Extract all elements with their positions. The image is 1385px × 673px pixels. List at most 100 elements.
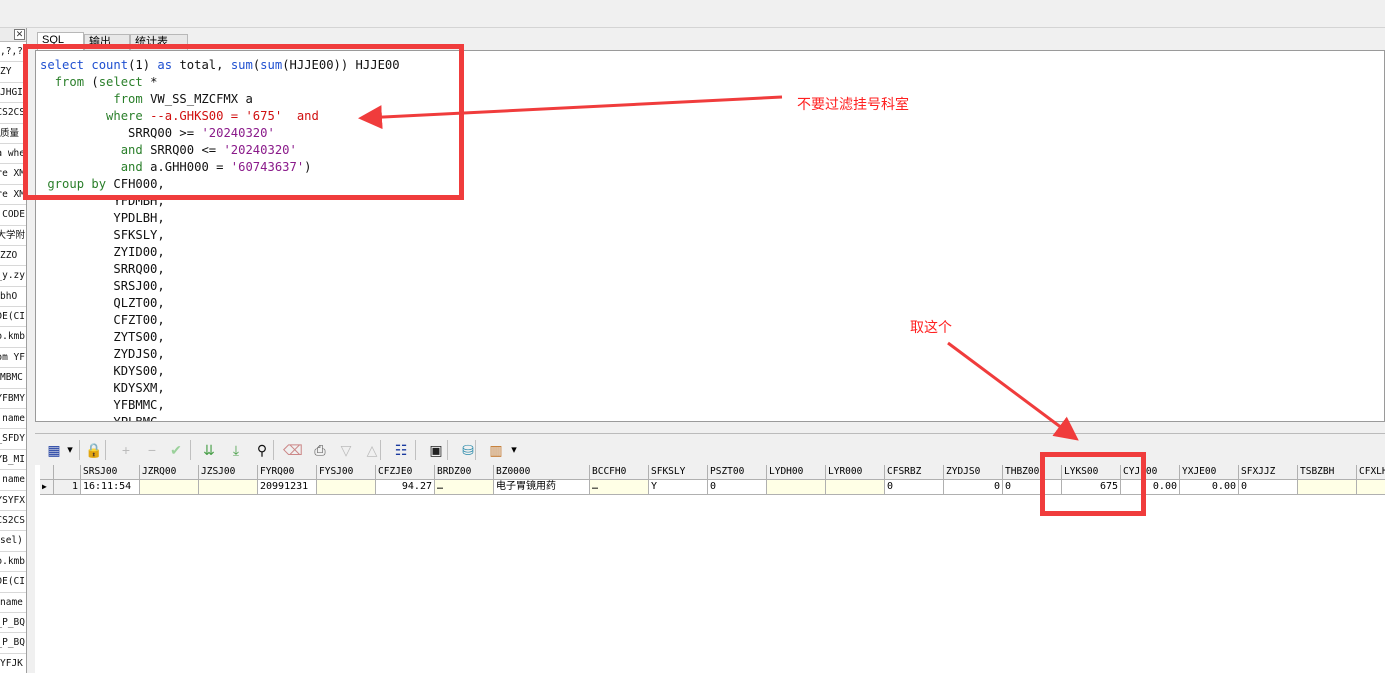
object-list-item[interactable]: (sel <box>0 531 26 552</box>
find-icon[interactable]: ⚲ <box>253 441 271 459</box>
object-list-item[interactable]: re XM <box>0 185 26 206</box>
column-header[interactable]: TSBZBH <box>1298 465 1357 480</box>
object-list-item[interactable]: YFJK <box>0 654 26 673</box>
column-header[interactable]: PSZT00 <box>708 465 767 480</box>
object-list-item[interactable]: JHGI <box>0 83 26 104</box>
fetch-all-icon[interactable]: ⤓ <box>227 441 245 459</box>
dropdown-icon[interactable]: ▾ <box>65 441 75 459</box>
column-header[interactable]: FYSJ00 <box>317 465 376 480</box>
object-list-item[interactable]: P_BQ_ <box>0 633 26 654</box>
table-cell[interactable] <box>826 480 885 495</box>
table-cell[interactable]: 20991231 <box>258 480 317 495</box>
object-list-item[interactable]: 大学附 <box>0 226 26 246</box>
table-cell[interactable]: 0 <box>885 480 944 495</box>
object-list-item[interactable]: ZY <box>0 62 26 83</box>
column-header[interactable]: YXJE00 <box>1180 465 1239 480</box>
tab-output[interactable]: 输出 <box>84 34 130 50</box>
table-cell[interactable]: 0 <box>1003 480 1062 495</box>
object-list-item[interactable]: o.kmb <box>0 327 26 348</box>
table-cell[interactable] <box>317 480 376 495</box>
object-list-item[interactable]: DE(CI <box>0 307 26 328</box>
object-list-item[interactable]: ZZO <box>0 246 26 267</box>
object-list-item[interactable]: o.kmb <box>0 552 26 573</box>
table-cell[interactable]: … <box>590 480 649 495</box>
object-list-item[interactable]: CS2CS <box>0 103 26 124</box>
column-header[interactable]: FYRQ00 <box>258 465 317 480</box>
column-header[interactable]: BZ0000 <box>494 465 590 480</box>
column-header[interactable]: LYDH00 <box>767 465 826 480</box>
column-header[interactable]: JZSJ00 <box>199 465 258 480</box>
column-header[interactable]: SFKSLY <box>649 465 708 480</box>
table-cell[interactable]: 0 <box>944 480 1003 495</box>
sql-editor[interactable]: select count(1) as total, sum(sum(HJJE00… <box>35 50 1385 422</box>
object-list-item[interactable]: re XM <box>0 164 26 185</box>
sql-code[interactable]: select count(1) as total, sum(sum(HJJE00… <box>40 57 400 421</box>
table-cell[interactable] <box>199 480 258 495</box>
clear-icon[interactable]: ⌫ <box>283 441 303 459</box>
table-cell[interactable] <box>140 480 199 495</box>
column-header[interactable]: LYR000 <box>826 465 885 480</box>
object-list-item[interactable]: a whe <box>0 144 26 165</box>
object-list-item[interactable]: YFBMY <box>0 389 26 410</box>
lock-icon[interactable]: 🔒 <box>85 441 103 459</box>
splitter-vertical[interactable] <box>27 28 35 673</box>
column-header[interactable]: CFSRBZ <box>885 465 944 480</box>
object-list-item[interactable]: name, <box>0 470 26 491</box>
column-header[interactable]: CFXLH <box>1357 465 1385 480</box>
table-cell[interactable] <box>1298 480 1357 495</box>
table-cell[interactable]: 675 <box>1062 480 1121 495</box>
object-list-item[interactable]: y.zy_ <box>0 266 26 287</box>
column-header[interactable]: THBZ00 <box>1003 465 1062 480</box>
object-list-item[interactable]: CS2CS <box>0 511 26 532</box>
object-list-item[interactable]: YSYFX <box>0 491 26 511</box>
tab-statistics[interactable]: 统计表 <box>130 34 188 50</box>
table-cell[interactable]: Y <box>649 480 708 495</box>
table-cell[interactable]: 0.00 <box>1180 480 1239 495</box>
tree-icon[interactable]: ☷ <box>392 441 410 459</box>
filter-down-icon[interactable]: ▽ <box>337 441 355 459</box>
print-icon[interactable]: ⎙ <box>311 441 329 459</box>
object-list-item[interactable]: YB_MI <box>0 450 26 471</box>
object-list-item[interactable]: CODE, <box>0 205 26 226</box>
column-header[interactable]: LYKS00 <box>1062 465 1121 480</box>
column-header[interactable]: CYJE00 <box>1121 465 1180 480</box>
fetch-next-icon[interactable]: ⇊ <box>200 441 218 459</box>
object-list-item[interactable]: SFDY_ <box>0 429 26 450</box>
column-header[interactable]: SFXJJZ <box>1239 465 1298 480</box>
splitter-horizontal[interactable] <box>35 422 1385 434</box>
add-icon[interactable]: + <box>117 441 135 459</box>
column-header[interactable]: BRDZ00 <box>435 465 494 480</box>
dropdown-icon[interactable]: ▾ <box>509 441 519 459</box>
table-cell[interactable]: 0 <box>1239 480 1298 495</box>
grid-icon[interactable]: ▦ <box>45 441 63 459</box>
table-cell[interactable]: … <box>435 480 494 495</box>
table-cell[interactable]: 电子胃镜用药 <box>494 480 590 495</box>
object-list-item[interactable]: bhO <box>0 287 26 308</box>
object-list-item[interactable]: P_BQ_ <box>0 613 26 634</box>
object-list-item[interactable]: DE(CI <box>0 572 26 593</box>
column-header[interactable]: SRSJ00 <box>81 465 140 480</box>
table-cell[interactable] <box>767 480 826 495</box>
column-header[interactable]: BCCFH0 <box>590 465 649 480</box>
close-icon[interactable]: ✕ <box>14 29 25 40</box>
column-header[interactable]: JZRQ00 <box>140 465 199 480</box>
table-cell[interactable]: 0.00 <box>1121 480 1180 495</box>
table-cell[interactable] <box>1357 480 1385 495</box>
chart-icon[interactable]: ▥ <box>487 441 505 459</box>
object-list-item[interactable]: 质量 <box>0 124 26 144</box>
column-header[interactable]: ZYDJS0 <box>944 465 1003 480</box>
tab-sql[interactable]: SQL <box>37 32 84 50</box>
table-cell[interactable]: 94.27 <box>376 480 435 495</box>
confirm-icon[interactable]: ✔ <box>167 441 185 459</box>
object-list-item[interactable]: MBMC <box>0 368 26 389</box>
object-list-item[interactable]: name, <box>0 409 26 430</box>
table-row[interactable]: ▶ 1 16:11:54 20991231 94.27… 电子胃镜用药… Y 0 0 0 0 675 0… <box>40 480 1385 495</box>
remove-icon[interactable]: − <box>143 441 161 459</box>
object-list-item[interactable]: om YF <box>0 348 26 369</box>
column-header[interactable]: CFZJE0 <box>376 465 435 480</box>
object-list-item[interactable]: ?,?, <box>0 42 26 63</box>
table-cell[interactable]: 0 <box>708 480 767 495</box>
table-cell[interactable]: 16:11:54 <box>81 480 140 495</box>
filter-up-icon[interactable]: △ <box>363 441 381 459</box>
object-list-item[interactable]: name <box>0 593 26 613</box>
